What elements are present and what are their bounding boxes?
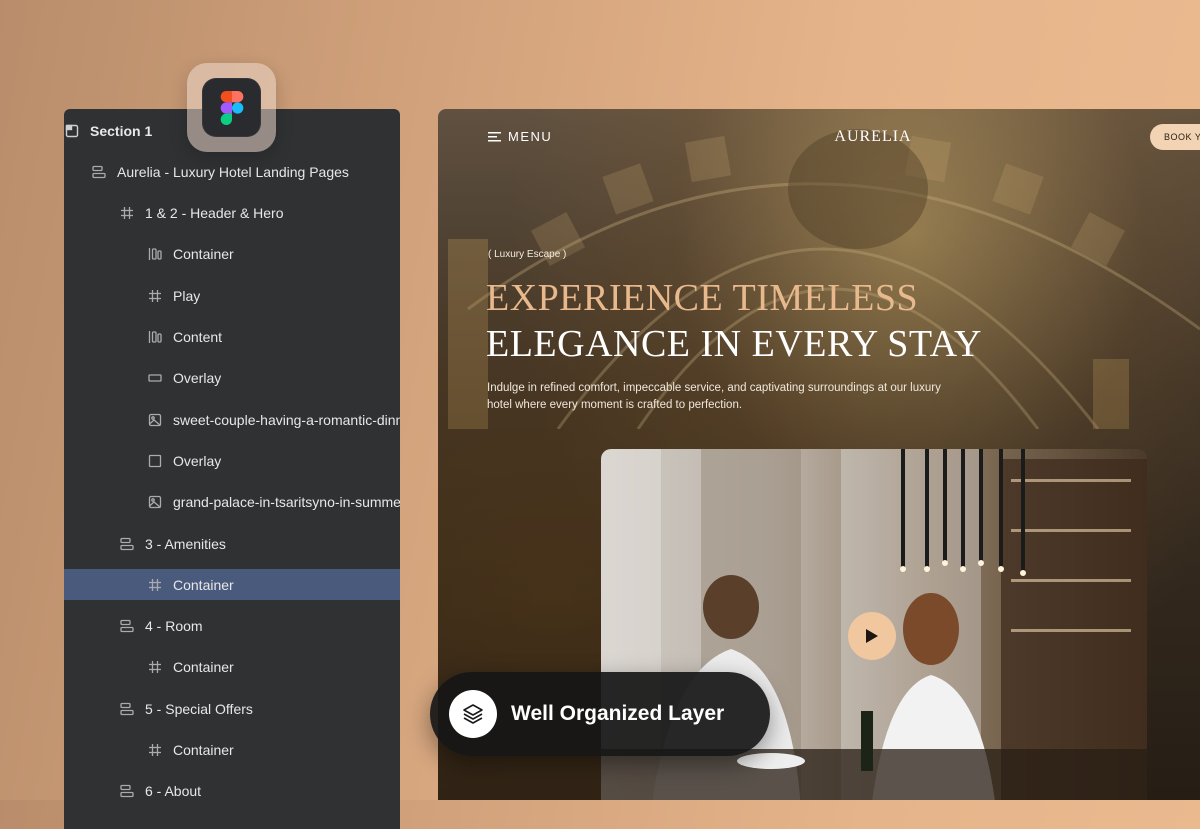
layer-label: Container [173,576,234,593]
layer-label: grand-palace-in-tsaritsyno-in-summer [173,494,400,511]
section-icon [64,123,80,139]
feature-pill-label: Well Organized Layer [511,702,725,725]
layer-row[interactable]: Overlay [64,445,400,476]
layer-row[interactable]: Aurelia - Luxury Hotel Landing Pages [64,156,400,187]
auto-layout-icon [119,701,135,717]
eyebrow-text: ( Luxury Escape ) [488,249,567,260]
layer-row[interactable]: Content [64,322,400,353]
frame-icon [147,659,163,675]
layer-row[interactable]: 6 - About [64,776,400,807]
image-icon [147,412,163,428]
rectangle-icon [147,370,163,386]
layer-row[interactable]: 5 - Special Offers [64,693,400,724]
figma-logo-icon [202,78,261,137]
frame-icon [147,742,163,758]
layers-panel: Section 1 Aurelia - Luxury Hotel Landing … [64,109,400,829]
layer-row[interactable]: Container [64,735,400,766]
auto-layout-icon [91,164,107,180]
play-button[interactable] [848,612,896,660]
layer-label: 3 - Amenities [145,535,226,552]
layers-icon [449,690,497,738]
feature-pill: Well Organized Layer [430,672,770,756]
layer-row[interactable]: Container [64,239,400,270]
hero-headline: EXPERIENCE TIMELESS ELEGANCE IN EVERY ST… [486,275,982,367]
layer-row[interactable]: Overlay [64,363,400,394]
frame-icon [119,205,135,221]
layer-label: 1 & 2 - Header & Hero [145,205,284,222]
layer-row[interactable]: 4 - Room [64,611,400,642]
figma-badge [187,63,276,152]
layer-row[interactable]: Container [64,569,400,601]
layer-label: Overlay [173,370,222,387]
layer-label: Container [173,659,234,676]
layer-label: Aurelia - Luxury Hotel Landing Pages [117,163,349,180]
layer-row[interactable]: grand-palace-in-tsaritsyno-in-summer [64,487,400,518]
layer-label: Section 1 [90,122,153,139]
auto-layout-horizontal-icon [147,246,163,262]
frame-icon [147,288,163,304]
play-icon [866,629,878,643]
layer-label: Play [173,287,201,304]
frame-icon [147,577,163,593]
auto-layout-icon [119,618,135,634]
layer-label: 6 - About [145,783,202,800]
layer-label: Container [173,246,234,263]
layer-label: 4 - Room [145,618,203,635]
square-icon [147,453,163,469]
auto-layout-horizontal-icon [147,329,163,345]
headline-line-2: ELEGANCE IN EVERY STAY [486,323,982,365]
hero-description: Indulge in refined comfort, impeccable s… [487,382,941,411]
layer-label: Content [173,329,223,345]
image-icon [147,494,163,510]
layer-row[interactable]: Container [64,652,400,683]
headline-line-1: EXPERIENCE TIMELESS [486,277,919,319]
auto-layout-icon [119,536,135,552]
layer-row[interactable]: sweet-couple-having-a-romantic-dinner [64,404,400,435]
layer-label: sweet-couple-having-a-romantic-dinner [173,411,400,428]
layer-row[interactable]: 3 - Amenities [64,528,400,559]
layer-label: Container [173,742,234,758]
layer-row[interactable]: Play [64,280,400,311]
layer-row[interactable]: 1 & 2 - Header & Hero [64,198,400,229]
brand-logo[interactable]: AURELIA [438,128,1200,146]
book-button[interactable]: BOOK Y [1150,124,1200,150]
layer-label: 5 - Special Offers [145,700,253,717]
layer-label: Overlay [173,452,222,469]
auto-layout-icon [119,783,135,799]
